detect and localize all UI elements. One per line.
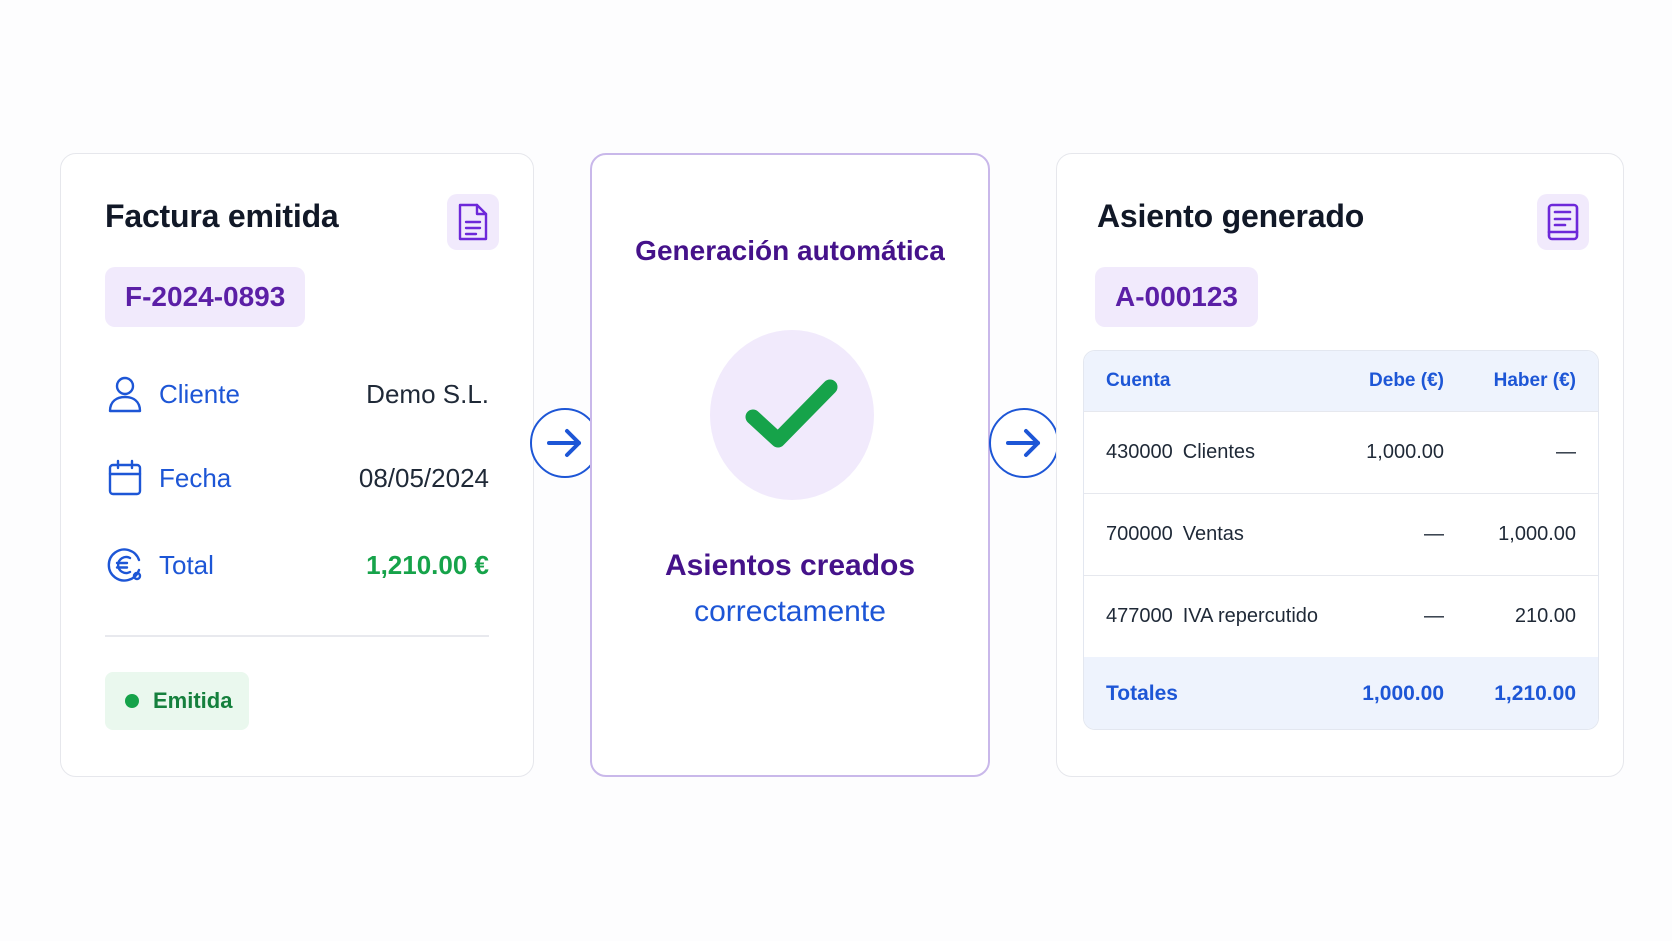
divider bbox=[105, 635, 489, 637]
table-header: Cuenta Debe (€) Haber (€) bbox=[1084, 351, 1598, 411]
totals-label: Totales bbox=[1106, 682, 1178, 705]
haber-cell: — bbox=[1556, 441, 1576, 463]
calendar-icon bbox=[105, 458, 145, 498]
journal-entry-card: Asiento generado A-000123 Cuenta Debe (€… bbox=[1056, 153, 1624, 777]
detail-label-cliente: Cliente bbox=[159, 378, 240, 409]
entry-number-pill: A-000123 bbox=[1095, 267, 1258, 327]
debe-cell: 1,000.00 bbox=[1366, 441, 1444, 463]
table-row: 430000 Clientes 1,000.00 — bbox=[1084, 411, 1598, 493]
totals-row: Totales 1,000.00 1,210.00 bbox=[1084, 657, 1598, 729]
table-row: 477000 IVA repercutido — 210.00 bbox=[1084, 575, 1598, 657]
status-dot-icon bbox=[125, 694, 139, 708]
user-icon bbox=[105, 374, 145, 414]
account-cell: 430000 Clientes bbox=[1106, 441, 1255, 464]
debe-cell: — bbox=[1424, 605, 1444, 627]
account-name: Clientes bbox=[1182, 441, 1256, 463]
euro-icon bbox=[105, 545, 145, 585]
status-label: Emitida bbox=[153, 688, 233, 713]
ledger-book-icon[interactable] bbox=[1537, 194, 1589, 250]
haber-cell: 210.00 bbox=[1514, 605, 1576, 627]
detail-value-total: 1,210.00 € bbox=[366, 549, 489, 580]
detail-label-fecha: Fecha bbox=[159, 462, 232, 493]
detail-row-fecha: Fecha 08/05/2024 bbox=[105, 458, 489, 498]
account-code: 430000 bbox=[1106, 441, 1173, 463]
header-cuenta: Cuenta bbox=[1106, 370, 1171, 391]
header-debe: Debe (€) bbox=[1369, 370, 1444, 391]
ledger-table: Cuenta Debe (€) Haber (€) 430000 Clientes… bbox=[1083, 350, 1599, 730]
account-code: 700000 bbox=[1106, 523, 1173, 545]
account-cell: 477000 IVA repercutido bbox=[1106, 605, 1318, 628]
check-icon bbox=[710, 330, 874, 500]
totals-debe: 1,000.00 bbox=[1362, 682, 1444, 705]
header-haber: Haber (€) bbox=[1493, 370, 1576, 391]
account-name: Ventas bbox=[1182, 523, 1244, 545]
detail-row-cliente: Cliente Demo S.L. bbox=[105, 374, 489, 414]
haber-cell: 1,000.00 bbox=[1498, 523, 1576, 545]
success-message-line2: correctamente bbox=[694, 595, 886, 628]
detail-value-cliente: Demo S.L. bbox=[366, 378, 489, 409]
auto-generation-title: Generación automática bbox=[635, 235, 945, 266]
invoice-card: Factura emitida F-2024-0893 Cliente Demo… bbox=[60, 153, 534, 777]
detail-row-total: Total 1,210.00 € bbox=[105, 545, 489, 585]
debe-cell: — bbox=[1424, 523, 1444, 545]
detail-label-total: Total bbox=[159, 549, 214, 580]
success-message-line1: Asientos creados bbox=[664, 549, 916, 582]
account-cell: 700000 Ventas bbox=[1106, 523, 1244, 546]
account-code: 477000 bbox=[1106, 605, 1173, 627]
status-badge: Emitida bbox=[105, 672, 249, 730]
totals-haber: 1,210.00 bbox=[1494, 682, 1576, 705]
document-icon[interactable] bbox=[447, 194, 499, 250]
journal-entry-title: Asiento generado bbox=[1097, 198, 1365, 234]
auto-generation-card: Generación automática Asientos creados c… bbox=[590, 153, 990, 777]
arrow-right-icon[interactable] bbox=[989, 408, 1059, 478]
invoice-card-title: Factura emitida bbox=[105, 198, 339, 234]
invoice-number-pill: F-2024-0893 bbox=[105, 267, 306, 327]
table-row: 700000 Ventas — 1,000.00 bbox=[1084, 493, 1598, 575]
account-name: IVA repercutido bbox=[1182, 605, 1319, 627]
detail-value-fecha: 08/05/2024 bbox=[358, 462, 489, 493]
